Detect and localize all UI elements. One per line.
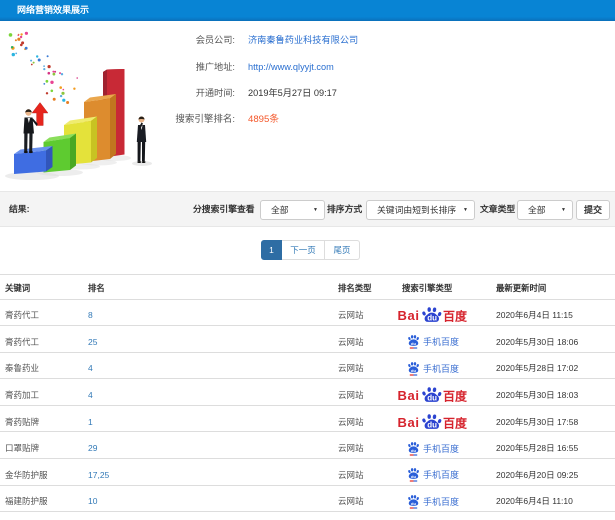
svg-text:du: du (411, 368, 416, 373)
svg-text:Bai: Bai (398, 415, 420, 430)
svg-text:du: du (427, 314, 437, 323)
svg-text:du: du (427, 420, 437, 429)
svg-text:du: du (411, 501, 416, 506)
svg-text:du: du (427, 394, 437, 403)
svg-text:百度: 百度 (443, 415, 468, 430)
svg-text:百度: 百度 (443, 389, 468, 404)
svg-text:Bai: Bai (398, 388, 420, 403)
svg-text:du: du (411, 342, 416, 347)
svg-text:du: du (411, 475, 416, 480)
svg-text:du: du (411, 448, 416, 453)
svg-text:百度: 百度 (443, 309, 468, 324)
svg-text:Bai: Bai (398, 308, 420, 323)
